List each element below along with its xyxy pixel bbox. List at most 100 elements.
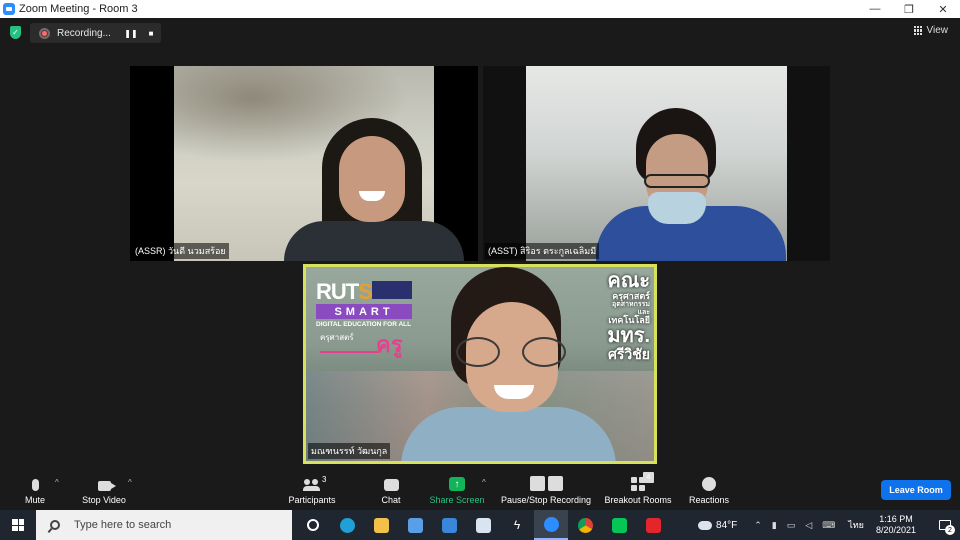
breakout-badge: 4 <box>643 472 654 483</box>
rut-smart-logo: RUTS SMART DIGITAL EDUCATION FOR ALL ครุ… <box>316 279 412 357</box>
participants-button[interactable]: Participants <box>284 466 340 510</box>
chat-bubble-icon <box>383 479 399 491</box>
usb-device-icon[interactable]: ▮ <box>772 520 777 531</box>
stop-video-button[interactable]: Stop Video <box>78 466 130 510</box>
taskbar-clock[interactable]: 1:16 PM 8/20/2021 <box>876 514 916 536</box>
pause-recording-button[interactable]: ❚❚ <box>121 23 141 43</box>
microphone-icon <box>31 479 39 491</box>
mail-icon[interactable] <box>432 510 466 540</box>
cloud-rain-icon <box>698 520 713 530</box>
clock-date: 8/20/2021 <box>875 525 916 535</box>
breakout-rooms-icon: 4 <box>631 472 654 491</box>
video-feed <box>526 66 787 261</box>
reactions-label: Reactions <box>688 495 730 505</box>
taskbar-search-box[interactable]: Type here to search <box>36 510 292 540</box>
breakout-rooms-button[interactable]: 4 Breakout Rooms <box>602 466 674 510</box>
video-tile-participant-1[interactable]: (ASSR) วันดี นวมสร้อย <box>130 66 478 261</box>
file-explorer-icon[interactable] <box>364 510 398 540</box>
video-tile-active-speaker[interactable]: RUTS SMART DIGITAL EDUCATION FOR ALL ครุ… <box>303 264 657 464</box>
glasses <box>456 337 566 367</box>
volume-icon[interactable]: ◁ <box>805 520 812 531</box>
video-options-chevron-icon[interactable]: ^ <box>128 478 132 487</box>
pause-stop-recording-button[interactable]: Pause/Stop Recording <box>498 466 594 510</box>
kru-small-text: ครุศาสตร์ <box>320 333 354 342</box>
mute-label: Mute <box>24 495 45 505</box>
view-button[interactable]: View <box>913 25 949 36</box>
participant-body <box>401 407 616 461</box>
zoom-logo-icon <box>3 3 15 15</box>
participant-face <box>339 136 405 222</box>
pdf-reader-icon[interactable] <box>636 510 670 540</box>
video-feed <box>174 66 464 261</box>
smiley-icon <box>702 477 716 491</box>
grid-view-icon <box>913 26 923 35</box>
dropbox-icon[interactable] <box>466 510 500 540</box>
stop-video-label: Stop Video <box>82 495 126 505</box>
recording-indicator: Recording... ❚❚ ■ <box>30 23 161 43</box>
store-icon[interactable] <box>398 510 432 540</box>
title-bar: Zoom Meeting - Room 3 — ❐ ✕ <box>0 0 960 18</box>
zoom-meeting-window: Zoom Meeting - Room 3 — ❐ ✕ ✓ Recording.… <box>0 0 960 540</box>
participants-count: 3 <box>322 475 327 484</box>
share-screen-button[interactable]: ↑ Share Screen <box>428 466 486 510</box>
lightning-app-icon[interactable]: ϟ <box>500 510 534 540</box>
divider <box>320 351 380 353</box>
start-button[interactable] <box>0 510 36 540</box>
glasses <box>644 174 710 188</box>
faculty-line: อุตสาหกรรม <box>612 301 650 309</box>
security-shield-icon[interactable]: ✓ <box>10 26 21 39</box>
weather-temperature: 84°F <box>716 519 738 531</box>
audio-options-chevron-icon[interactable]: ^ <box>55 478 59 487</box>
taskbar-apps: ϟ <box>296 510 670 540</box>
participant-body <box>284 221 464 261</box>
chat-button[interactable]: Chat <box>375 466 407 510</box>
faculty-line: คณะ <box>607 270 650 292</box>
window-title: Zoom Meeting - Room 3 <box>19 3 138 15</box>
stop-recording-button[interactable]: ■ <box>141 23 161 43</box>
meeting-top-strip: ✓ Recording... ❚❚ ■ View <box>0 18 960 48</box>
weather-widget[interactable]: 84°F <box>698 520 737 531</box>
recording-label: Recording... <box>57 27 111 39</box>
smart-banner: SMART <box>316 304 412 319</box>
leave-room-button[interactable]: Leave Room <box>881 480 951 500</box>
share-options-chevron-icon[interactable]: ^ <box>482 478 486 487</box>
participants-icon <box>303 479 321 491</box>
pause-stop-recording-label: Pause/Stop Recording <box>500 495 592 505</box>
windows-logo-icon <box>12 519 24 531</box>
rut-logo-text: RUTS <box>316 279 373 304</box>
search-placeholder: Type here to search <box>74 519 172 531</box>
faculty-name-overlay: คณะ ครุศาสตร์ อุตสาหกรรม และ เทคโนโลยี ม… <box>590 271 650 361</box>
faculty-line: มทร. <box>607 324 650 347</box>
participants-label: Participants <box>288 495 336 505</box>
keyboard-icon[interactable]: ⌨ <box>822 520 835 531</box>
line-app-icon[interactable] <box>602 510 636 540</box>
edge-browser-icon[interactable] <box>330 510 364 540</box>
view-label: View <box>926 25 949 36</box>
network-icon[interactable]: ▭ <box>787 520 796 531</box>
notification-center-button[interactable]: 2 <box>930 510 960 540</box>
chrome-icon[interactable] <box>568 510 602 540</box>
task-view-icon[interactable] <box>296 510 330 540</box>
kru-big-text: ครู <box>376 332 403 357</box>
breakout-rooms-label: Breakout Rooms <box>604 495 672 505</box>
recording-dot-icon <box>39 27 50 39</box>
zoom-app-icon[interactable] <box>534 510 568 540</box>
clock-time: 1:16 PM <box>879 514 913 525</box>
share-screen-arrow-icon: ↑ <box>449 477 465 491</box>
input-language-indicator[interactable]: ไทย <box>848 518 864 532</box>
face-mask <box>648 192 706 224</box>
meeting-toolbar: Mute ^ Stop Video ^ Participants 3 Chat … <box>0 466 960 510</box>
share-screen-label: Share Screen <box>429 495 485 505</box>
mute-button[interactable]: Mute <box>18 466 52 510</box>
restore-button[interactable]: ❐ <box>892 0 926 18</box>
tray-chevron-up-icon[interactable]: ⌃ <box>754 520 762 531</box>
chat-label: Chat <box>381 495 401 505</box>
participant-name-label: (ASSR) วันดี นวมสร้อย <box>132 243 229 259</box>
notification-count: 2 <box>945 525 955 535</box>
video-tile-participant-2[interactable]: (ASST) สิริอร ตระกูลเฉลิมมี <box>483 66 830 261</box>
reactions-button[interactable]: Reactions <box>686 466 732 510</box>
minimize-button[interactable]: — <box>858 0 892 18</box>
close-button[interactable]: ✕ <box>926 0 960 18</box>
rut-badge <box>372 281 412 299</box>
system-tray: 84°F ⌃ ▮ ▭ ◁ ⌨ ไทย 1:16 PM 8/20/2021 2 <box>698 510 960 540</box>
